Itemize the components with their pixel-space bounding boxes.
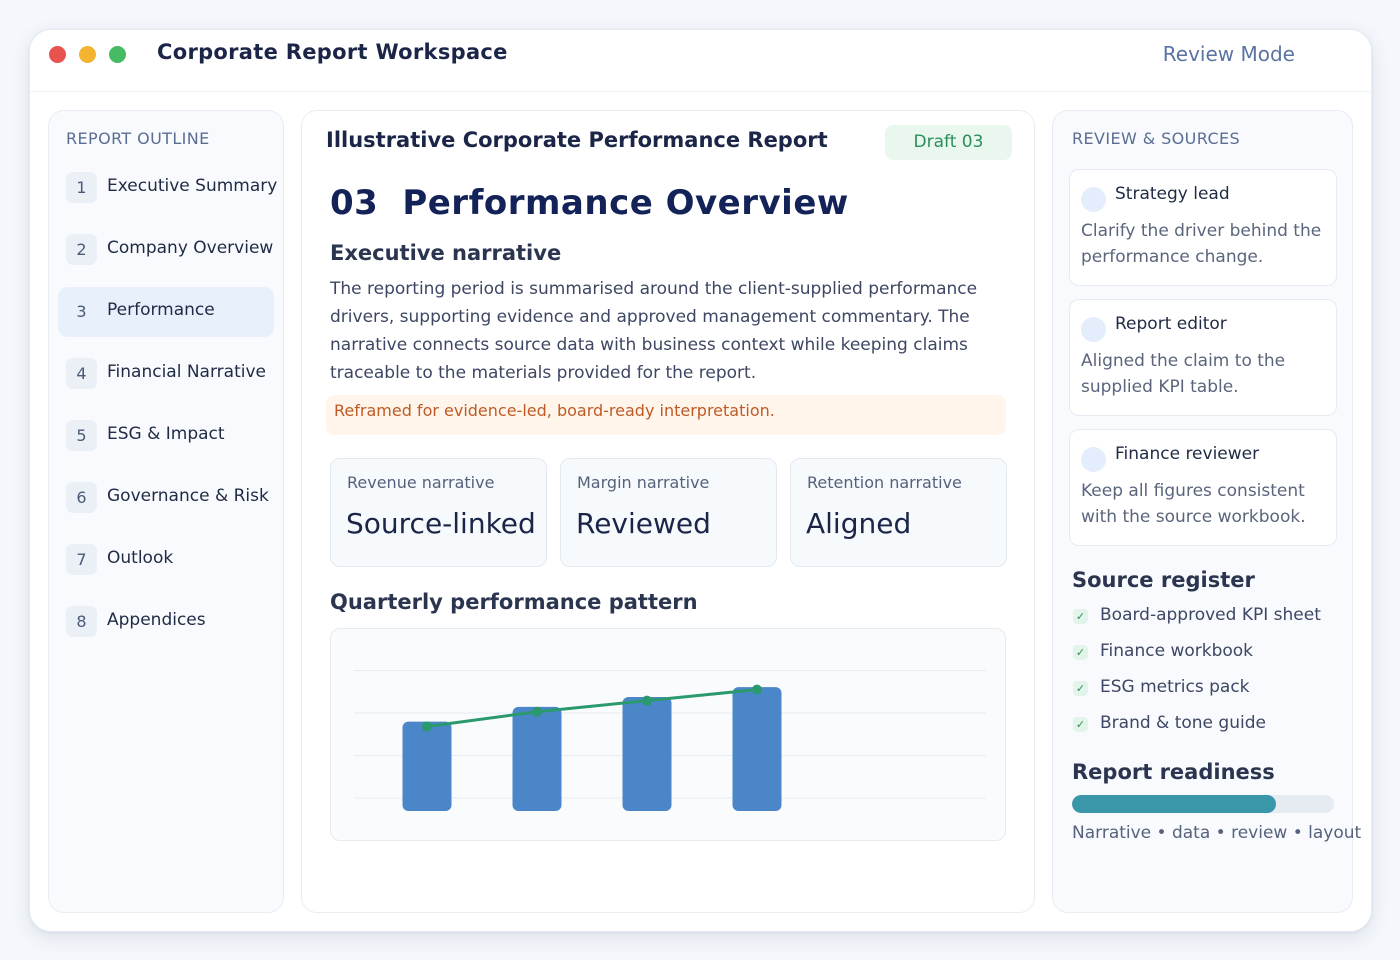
sidebar-item-governance-risk[interactable]: 6 Governance & Risk: [58, 473, 274, 523]
section-title: Performance Overview: [402, 183, 849, 223]
chart-point[interactable]: [752, 684, 762, 695]
outline-number: 1: [66, 172, 97, 203]
outline-number: 7: [66, 544, 97, 575]
outline-label: Appendices: [107, 610, 206, 630]
comment-author: Strategy lead: [1115, 184, 1230, 204]
draft-badge[interactable]: Draft 03: [885, 125, 1012, 160]
sidebar-item-performance[interactable]: 3 Performance: [58, 287, 274, 337]
comment-card[interactable]: Report editor Aligned the claim to the s…: [1069, 299, 1337, 416]
outline-label: Outlook: [107, 548, 174, 568]
minimize-window-button[interactable]: [79, 46, 96, 63]
source-register-heading: Source register: [1072, 568, 1255, 592]
kpi-card-revenue[interactable]: Revenue narrative Source-linked: [330, 458, 547, 567]
kpi-value: Reviewed: [576, 507, 711, 540]
section-number: 03: [330, 183, 379, 223]
outline-label: Financial Narrative: [107, 362, 266, 382]
outline-label: Performance: [107, 300, 215, 320]
comment-text: Keep all figures consistent with the sou…: [1081, 481, 1306, 527]
review-mode-toggle[interactable]: Review Mode: [1163, 42, 1295, 66]
sidebar-item-appendices[interactable]: 8 Appendices: [58, 597, 274, 647]
document-editor: Illustrative Corporate Performance Repor…: [301, 110, 1035, 913]
comment-card[interactable]: Finance reviewer Keep all figures consis…: [1069, 429, 1337, 546]
chart-bar[interactable]: [512, 706, 562, 811]
check-icon: ✓: [1073, 645, 1088, 660]
chart-bar[interactable]: [402, 721, 452, 811]
avatar: [1081, 317, 1106, 342]
quarterly-chart: [330, 628, 1006, 841]
readiness-heading: Report readiness: [1072, 760, 1275, 784]
check-icon: ✓: [1073, 717, 1088, 732]
kpi-card-margin[interactable]: Margin narrative Reviewed: [560, 458, 777, 567]
sidebar-item-esg-impact[interactable]: 5 ESG & Impact: [58, 411, 274, 461]
sidebar-item-executive-summary[interactable]: 1 Executive Summary: [58, 163, 278, 213]
outline-number: 5: [66, 420, 97, 451]
chart-bar[interactable]: [622, 696, 672, 811]
chart-bar[interactable]: [732, 687, 782, 811]
readiness-progress-fill: [1072, 795, 1277, 813]
chart-heading: Quarterly performance pattern: [330, 590, 698, 614]
outline-number: 6: [66, 482, 97, 513]
source-label: Brand & tone guide: [1100, 713, 1266, 733]
outline-number: 8: [66, 606, 97, 637]
source-label: Board-approved KPI sheet: [1100, 605, 1321, 625]
chart-point[interactable]: [422, 721, 432, 732]
outline-label: Company Overview: [107, 238, 274, 258]
chart-point[interactable]: [642, 695, 652, 706]
narrative-text[interactable]: The reporting period is summarised aroun…: [330, 275, 1030, 387]
outline-number: 2: [66, 234, 97, 265]
comment-author: Finance reviewer: [1115, 444, 1260, 464]
section-heading: 03 Performance Overview: [330, 183, 849, 223]
outline-number: 4: [66, 358, 97, 389]
outline-number: 3: [76, 302, 87, 321]
sidebar-item-outlook[interactable]: 7 Outlook: [58, 535, 274, 585]
reframe-callout[interactable]: Reframed for evidence-led, board-ready i…: [326, 395, 1006, 435]
comment-text: Clarify the driver behind the performanc…: [1081, 221, 1322, 267]
maximize-window-button[interactable]: [109, 46, 126, 63]
kpi-label: Revenue narrative: [347, 473, 495, 492]
check-icon: ✓: [1073, 609, 1088, 624]
chart-point[interactable]: [532, 706, 542, 717]
kpi-card-retention[interactable]: Retention narrative Aligned: [790, 458, 1007, 567]
source-label: Finance workbook: [1100, 641, 1254, 661]
readiness-caption: Narrative • data • review • layout: [1072, 823, 1362, 843]
chart-trend-line: [426, 688, 758, 729]
close-window-button[interactable]: [49, 46, 66, 63]
outline-label: Governance & Risk: [107, 486, 269, 506]
avatar: [1081, 447, 1106, 472]
sidebar-item-company-overview[interactable]: 2 Company Overview: [58, 225, 274, 275]
check-icon: ✓: [1073, 681, 1088, 696]
kpi-value: Aligned: [806, 507, 912, 540]
review-sources-panel: REVIEW & SOURCES Strategy lead Clarify t…: [1052, 110, 1361, 913]
outline-label: Executive Summary: [107, 176, 278, 196]
sidebar-item-financial-narrative[interactable]: 4 Financial Narrative: [58, 349, 274, 399]
kpi-label: Retention narrative: [807, 473, 962, 492]
document-title: Illustrative Corporate Performance Repor…: [326, 128, 828, 152]
report-outline-panel: REPORT OUTLINE 1 Executive Summary 2 Compan…: [48, 110, 284, 913]
avatar: [1081, 187, 1106, 212]
narrative-heading: Executive narrative: [330, 241, 562, 265]
readiness-progress-bar: [1072, 795, 1334, 813]
title-bar: Corporate Report Workspace Review Mode: [30, 30, 1371, 92]
chart-canvas: [354, 670, 986, 811]
source-label: ESG metrics pack: [1100, 677, 1250, 697]
outline-label: ESG & Impact: [107, 424, 225, 444]
comment-author: Report editor: [1115, 314, 1227, 334]
kpi-value: Source-linked: [346, 507, 536, 540]
comment-text: Aligned the claim to the supplied KPI ta…: [1081, 351, 1286, 397]
kpi-label: Margin narrative: [577, 473, 710, 492]
review-heading: REVIEW & SOURCES: [1072, 129, 1241, 148]
app-title: Corporate Report Workspace: [157, 40, 508, 64]
comment-card[interactable]: Strategy lead Clarify the driver behind …: [1069, 169, 1337, 286]
outline-heading: REPORT OUTLINE: [66, 129, 210, 148]
